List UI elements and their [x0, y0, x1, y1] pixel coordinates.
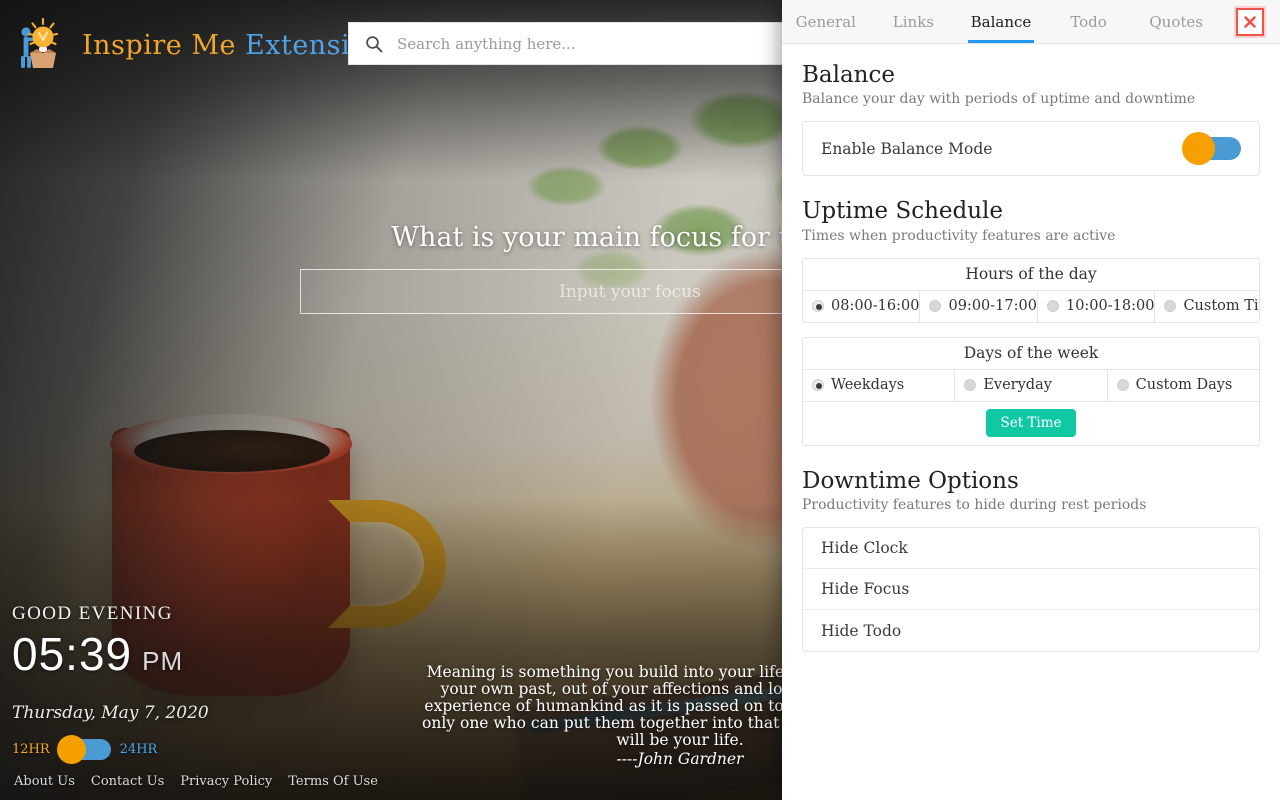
settings-panel: General Links Balance Todo Quotes Balanc… — [782, 0, 1280, 800]
close-panel-button[interactable] — [1220, 0, 1280, 43]
brand-word-2: Me — [191, 29, 236, 61]
days-option-label-0: Weekdays — [831, 377, 905, 394]
person-lightbulb-box-icon — [14, 16, 72, 74]
new-tab-page: 'em get Go — [0, 0, 1280, 800]
radio-icon-weekdays[interactable] — [812, 379, 824, 392]
enable-balance-mode-row[interactable]: Enable Balance Mode — [803, 122, 1259, 175]
enable-balance-mode-toggle[interactable] — [1182, 132, 1241, 166]
search-icon — [365, 35, 383, 53]
time-format-12hr-label: 12HR — [12, 742, 50, 757]
tab-balance[interactable]: Balance — [957, 0, 1045, 43]
footer-link-terms-of-use[interactable]: Terms Of Use — [288, 774, 378, 789]
radio-icon-everyday[interactable] — [964, 379, 977, 392]
hours-of-the-day-options: 08:00-16:00 09:00-17:00 10:00-18:00 Cust… — [803, 290, 1259, 322]
time-format-switch-knob — [56, 735, 86, 764]
time-format-switch[interactable] — [56, 735, 111, 764]
hours-option-label-2: 10:00-18:00 — [1065, 298, 1155, 315]
date-text: Thursday, May 7, 2020 — [12, 703, 209, 723]
brand-word-1: Inspire — [82, 29, 183, 61]
tab-links[interactable]: Links — [870, 0, 958, 43]
downtime-title: Downtime Options — [802, 467, 1019, 494]
days-option-label-2: Custom Days — [1135, 377, 1233, 394]
tab-quotes[interactable]: Quotes — [1132, 0, 1220, 43]
days-option-everyday[interactable]: Everyday — [955, 369, 1108, 401]
balance-title: Balance — [802, 62, 895, 88]
clock-time: 05:39 — [12, 628, 133, 680]
hours-option-label-0: 08:00-16:00 — [831, 298, 920, 315]
radio-icon-custom-days[interactable] — [1116, 379, 1129, 392]
hours-option-custom-time[interactable]: Custom Time — [1155, 291, 1259, 322]
hours-of-the-day-table: Hours of the day 08:00-16:00 09:00-17:00… — [802, 257, 1260, 323]
radio-icon-custom-time[interactable] — [1164, 300, 1177, 313]
footer-link-about-us[interactable]: About Us — [14, 774, 75, 789]
hours-of-the-day-header: Hours of the day — [803, 259, 1259, 291]
time-format-toggle[interactable]: 12HR 24HR — [12, 735, 209, 764]
enable-balance-mode-label: Enable Balance Mode — [821, 139, 993, 158]
set-time-button[interactable]: Set Time — [986, 409, 1076, 438]
enable-balance-mode-toggle-knob — [1182, 132, 1215, 166]
days-option-weekdays[interactable]: Weekdays — [803, 369, 956, 401]
uptime-title: Uptime Schedule — [802, 198, 1004, 225]
balance-subtitle: Balance your day with periods of uptime … — [802, 91, 1196, 108]
footer-links: About Us Contact Us Privacy Policy Terms… — [14, 774, 378, 789]
radio-icon-1000-1800[interactable] — [1046, 300, 1059, 313]
days-of-the-week-options: Weekdays Everyday Custom Days — [803, 369, 1259, 401]
greeting-text: GOOD EVENING — [12, 603, 173, 624]
hours-option-1000-1800[interactable]: 10:00-18:00 — [1038, 290, 1156, 322]
days-of-the-week-table: Days of the week Weekdays Everyday Custo… — [802, 336, 1260, 446]
tab-todo[interactable]: Todo — [1045, 0, 1133, 43]
clock-meridiem: PM — [142, 646, 184, 676]
footer-link-privacy-policy[interactable]: Privacy Policy — [180, 774, 272, 789]
downtime-options-list: Hide Clock Hide Focus Hide Todo — [802, 527, 1260, 653]
downtime-item-hide-focus[interactable]: Hide Focus — [803, 569, 1259, 611]
balance-mode-card: Enable Balance Mode — [802, 121, 1260, 177]
hours-option-0800-1600[interactable]: 08:00-16:00 — [803, 290, 921, 322]
downtime-item-hide-todo[interactable]: Hide Todo — [803, 610, 1259, 651]
settings-panel-body: Balance Balance your day with periods of… — [782, 44, 1280, 800]
downtime-subtitle: Productivity features to hide during res… — [802, 497, 1147, 514]
tab-general[interactable]: General — [782, 0, 870, 43]
hours-option-0900-1700[interactable]: 09:00-17:00 — [920, 290, 1038, 322]
clock-block: GOOD EVENING 05:39 PM Thursday, May 7, 2… — [12, 603, 209, 764]
hours-option-label-3: Custom Time — [1183, 298, 1259, 315]
radio-icon-0900-1700[interactable] — [929, 300, 942, 313]
downtime-item-hide-clock[interactable]: Hide Clock — [803, 528, 1259, 570]
days-of-the-week-header: Days of the week — [803, 338, 1259, 370]
settings-tab-bar: General Links Balance Todo Quotes — [782, 0, 1280, 44]
time-row: 05:39 PM — [12, 627, 209, 681]
close-icon[interactable] — [1235, 7, 1264, 36]
days-option-label-1: Everyday — [983, 377, 1052, 394]
hours-option-label-1: 09:00-17:00 — [948, 298, 1037, 315]
footer-link-contact-us[interactable]: Contact Us — [91, 774, 164, 789]
days-option-custom-days[interactable]: Custom Days — [1108, 370, 1259, 401]
time-format-24hr-label: 24HR — [119, 742, 158, 757]
radio-icon-0800-1600[interactable] — [812, 300, 824, 313]
brand: Inspire Me Extension — [0, 0, 385, 74]
set-time-row: Set Time — [803, 400, 1259, 445]
uptime-subtitle: Times when productivity features are act… — [802, 227, 1116, 244]
brand-title: Inspire Me Extension — [82, 30, 385, 61]
